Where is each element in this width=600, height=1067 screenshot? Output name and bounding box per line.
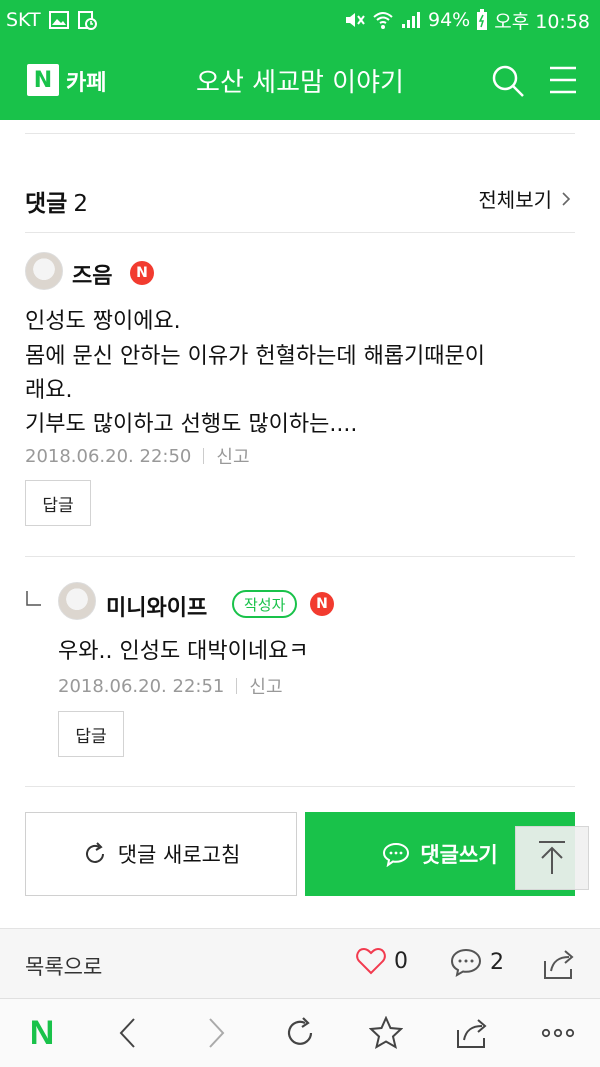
status-bar: SKT 94% 오후 10:58 [0, 0, 600, 40]
chevron-right-icon [209, 1018, 225, 1048]
view-all-link[interactable]: 전체보기 [478, 184, 572, 213]
comment-text-line: 인성도 짱이에요. [25, 309, 181, 334]
reload-button[interactable] [280, 1015, 320, 1051]
heart-icon [356, 947, 386, 975]
back-button[interactable] [108, 1015, 148, 1051]
meta-separator [203, 448, 205, 464]
signal-icon [402, 12, 420, 28]
mute-icon [346, 13, 365, 27]
chevron-left-icon [119, 1018, 135, 1048]
comment-text-line: 몸에 문신 안하는 이유가 헌혈하는데 해롭기때문이 [25, 344, 486, 369]
clock-file-icon [77, 11, 97, 30]
app-header: N 카페 오산 세교맘 이야기 [0, 40, 600, 120]
comment-count-button[interactable]: 2 [450, 947, 504, 977]
comment-author[interactable]: 미니와이프 [106, 590, 207, 622]
reply-button[interactable]: 답글 [58, 711, 124, 757]
reply-button[interactable]: 답글 [25, 480, 91, 526]
comments-heading: 댓글 2 [25, 184, 88, 218]
comment-text-line: 래요. [25, 378, 73, 403]
report-link[interactable]: 신고 [216, 443, 249, 469]
more-dots-icon [541, 1028, 575, 1038]
share-button[interactable] [452, 1015, 492, 1051]
comment-icon [450, 948, 482, 977]
chat-bubble-icon [383, 842, 410, 867]
report-link[interactable]: 신고 [249, 673, 282, 699]
share-icon [457, 1019, 487, 1048]
comments-count: 2 [73, 191, 88, 217]
like-button[interactable]: 0 [356, 947, 408, 975]
comment-author[interactable]: 즈음 [72, 258, 112, 290]
comment-text-line: 기부도 많이하고 선행도 많이하는.... [25, 412, 358, 437]
back-to-list-link[interactable]: 목록으로 [25, 951, 102, 981]
star-icon [369, 1016, 403, 1050]
view-all-label: 전체보기 [478, 188, 552, 212]
search-icon[interactable] [490, 63, 526, 99]
write-label: 댓글쓰기 [420, 843, 498, 867]
avatar[interactable] [58, 582, 96, 620]
new-badge: N [310, 592, 334, 616]
battery-icon [477, 9, 488, 30]
image-icon [48, 11, 69, 29]
divider [25, 556, 575, 557]
comment-text-line: 우와.. 인성도 대박이네요ㅋ [58, 639, 309, 664]
meta-separator [236, 678, 238, 694]
avatar[interactable] [25, 252, 63, 290]
new-badge: N [130, 261, 154, 285]
browser-nav-bar: N [0, 998, 600, 1067]
comment-meta: 2018.06.20. 22:50 신고 [25, 443, 250, 469]
refresh-icon [287, 1017, 313, 1045]
wifi-icon [373, 12, 393, 29]
clock-time: 오후 10:58 [494, 10, 590, 33]
refresh-label: 댓글 새로고침 [117, 843, 241, 867]
divider [25, 786, 575, 787]
writer-badge: 작성자 [232, 590, 298, 618]
share-icon[interactable] [541, 947, 577, 981]
refresh-icon [85, 842, 104, 863]
comments-title: 댓글 [25, 191, 68, 217]
like-count: 0 [394, 948, 408, 974]
divider [25, 232, 575, 233]
comment-meta: 2018.06.20. 22:51 신고 [58, 673, 283, 699]
comment-count: 2 [490, 949, 504, 975]
battery-percent: 94% [428, 9, 471, 31]
naver-home-button[interactable]: N [22, 1014, 62, 1052]
comment-date: 2018.06.20. 22:51 [58, 675, 225, 697]
carrier-label: SKT [6, 9, 41, 31]
forward-button[interactable] [196, 1015, 236, 1051]
arrow-up-icon [539, 841, 565, 874]
bookmark-button[interactable] [366, 1015, 406, 1051]
comment-date: 2018.06.20. 22:50 [25, 445, 192, 467]
post-action-bar: 목록으로 0 2 [0, 928, 600, 998]
menu-icon[interactable] [548, 64, 578, 96]
scroll-top-button[interactable] [515, 826, 589, 890]
reply-indent-icon [26, 591, 41, 606]
more-button[interactable] [538, 1015, 578, 1051]
divider [25, 133, 575, 134]
refresh-comments-button[interactable]: 댓글 새로고침 [25, 812, 297, 896]
chevron-right-icon [562, 191, 571, 206]
